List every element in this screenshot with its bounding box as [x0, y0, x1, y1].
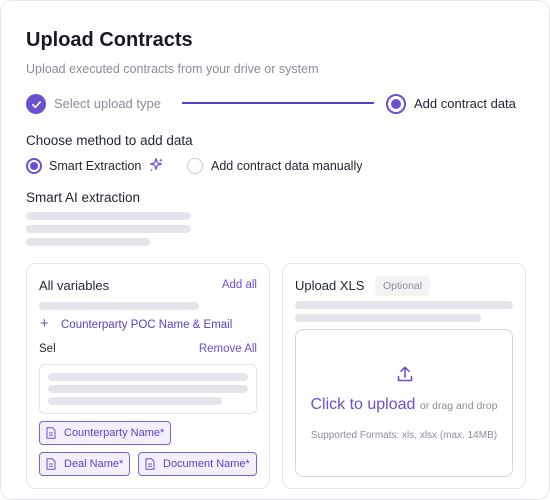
radio-manual-entry[interactable] — [187, 158, 203, 174]
selected-label: Sel — [39, 343, 56, 355]
variable-tag-label: Document Name* — [163, 458, 250, 470]
radio-smart-extraction-label[interactable]: Smart Extraction — [49, 159, 141, 173]
skeleton-line — [48, 397, 222, 405]
document-icon — [46, 458, 56, 470]
add-all-link[interactable]: Add all — [222, 279, 257, 291]
variable-tag[interactable]: Deal Name* — [39, 452, 131, 476]
skeleton-line — [39, 302, 199, 310]
variable-tag-label: Deal Name* — [64, 458, 124, 470]
drag-drop-hint: or drag and drop — [419, 400, 498, 412]
skeleton-line — [295, 314, 481, 322]
stepper-connector — [182, 102, 374, 104]
variables-panel-title: All variables — [39, 278, 110, 293]
upload-xls-panel: Upload XLS Optional Click to upload or d… — [282, 263, 526, 489]
skeleton-line — [48, 385, 248, 393]
file-dropzone[interactable]: Click to upload or drag and drop Support… — [295, 329, 513, 477]
radio-manual-entry-label[interactable]: Add contract data manually — [211, 159, 362, 173]
skeleton-line — [26, 212, 191, 220]
click-to-upload-link[interactable]: Click to upload — [310, 396, 415, 413]
document-icon — [46, 427, 56, 439]
skeleton-line — [295, 301, 513, 309]
plus-icon[interactable]: + — [40, 316, 49, 332]
step-complete-check-icon — [26, 94, 46, 114]
upload-icon — [397, 366, 413, 382]
radio-smart-extraction[interactable] — [26, 158, 42, 174]
page-title: Upload Contracts — [26, 29, 193, 51]
variables-panel: All variables Add all + Counterparty POC… — [26, 263, 270, 489]
upload-xls-title: Upload XLS — [295, 278, 365, 293]
selected-variables-box — [39, 364, 257, 414]
supported-formats: Supported Formats: xls, xlsx (max. 14MB) — [310, 430, 498, 441]
skeleton-line — [26, 225, 191, 233]
upload-prompt: Click to upload or drag and drop — [296, 396, 512, 414]
variable-tag[interactable]: Document Name* — [138, 452, 257, 476]
step-add-contract-data[interactable]: Add contract data — [414, 96, 516, 111]
upload-contracts-card: Upload Contracts Upload executed contrac… — [0, 0, 550, 500]
step-active-indicator — [386, 94, 406, 114]
optional-badge: Optional — [375, 276, 431, 296]
variable-tag-label: Counterparty Name* — [64, 427, 165, 439]
skeleton-line — [48, 373, 248, 381]
step-select-upload-type[interactable]: Select upload type — [54, 96, 161, 111]
document-icon — [145, 458, 155, 470]
add-variable-item[interactable]: Counterparty POC Name & Email — [61, 319, 232, 331]
method-heading: Choose method to add data — [26, 133, 193, 148]
smart-ai-heading: Smart AI extraction — [26, 190, 141, 205]
sparkle-icon — [149, 157, 163, 172]
skeleton-line — [26, 238, 150, 246]
remove-all-link[interactable]: Remove All — [199, 343, 257, 355]
page-subtitle: Upload executed contracts from your driv… — [26, 62, 319, 76]
variable-tag[interactable]: Counterparty Name* — [39, 421, 172, 445]
